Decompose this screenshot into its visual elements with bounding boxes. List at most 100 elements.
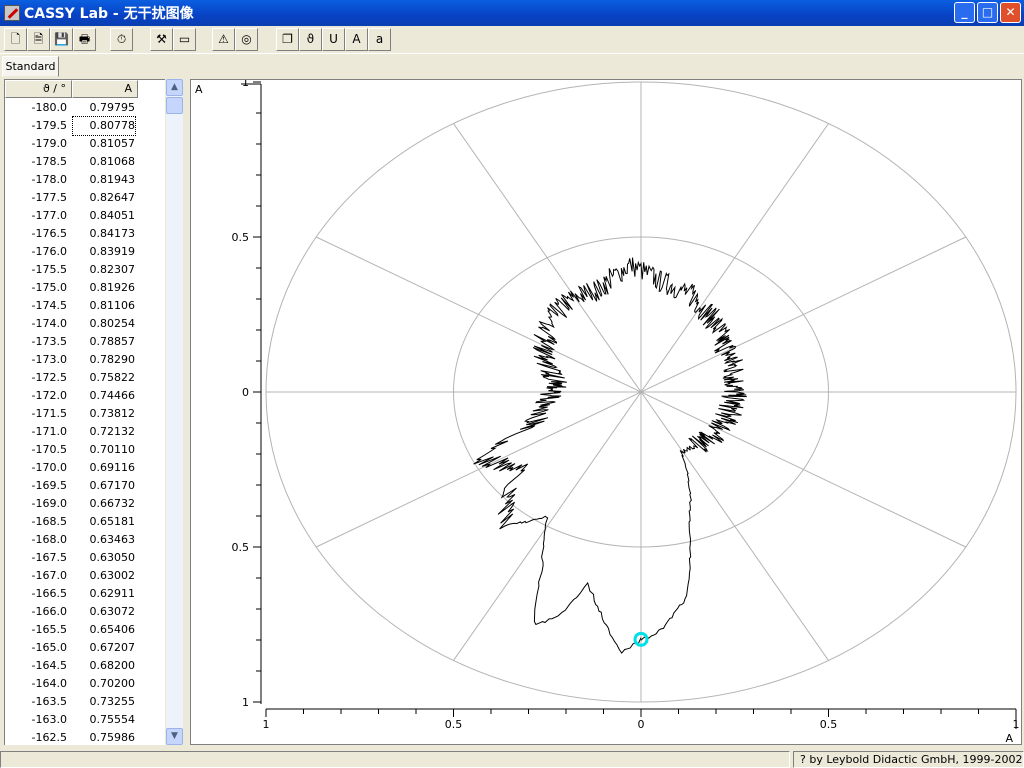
table-row[interactable]: -172.0 0.74466 [5,387,165,405]
cell-current[interactable]: 0.81068 [73,153,136,171]
cell-angle[interactable]: -174.5 [5,297,67,315]
cell-angle[interactable]: -176.0 [5,243,67,261]
cell-angle[interactable]: -164.0 [5,675,67,693]
table-row[interactable]: -178.0 0.81943 [5,171,165,189]
tab-standard[interactable]: Standard [2,56,59,77]
cell-current[interactable]: 0.75554 [73,711,136,729]
cell-current[interactable]: 0.73255 [73,693,136,711]
table-row[interactable]: -179.0 0.81057 [5,135,165,153]
table-row[interactable]: -177.5 0.82647 [5,189,165,207]
current-button[interactable]: A [345,28,368,51]
table-row[interactable]: -176.0 0.83919 [5,243,165,261]
column-header-angle[interactable]: ϑ / ° [5,80,72,98]
small-a-button[interactable]: a [368,28,391,51]
cell-angle[interactable]: -167.0 [5,567,67,585]
cell-angle[interactable]: -171.5 [5,405,67,423]
cell-current[interactable]: 0.68200 [73,657,136,675]
cell-current[interactable]: 0.62911 [73,585,136,603]
table-row[interactable]: -179.5 0.80778 [5,116,165,136]
column-header-current[interactable]: A [72,80,138,98]
table-row[interactable]: -169.5 0.67170 [5,477,165,495]
cell-current[interactable]: 0.74466 [73,387,136,405]
stopwatch-button[interactable]: ⏱ [110,28,133,51]
cell-current[interactable]: 0.70200 [73,675,136,693]
table-row[interactable]: -168.0 0.63463 [5,531,165,549]
cell-current[interactable]: 0.70110 [73,441,136,459]
table-row[interactable]: -170.5 0.70110 [5,441,165,459]
table-row[interactable]: -166.0 0.63072 [5,603,165,621]
table-row[interactable]: -170.0 0.69116 [5,459,165,477]
table-row[interactable]: -173.0 0.78290 [5,351,165,369]
table-row[interactable]: -168.5 0.65181 [5,513,165,531]
windows-button[interactable]: ❐ [276,28,299,51]
table-row[interactable]: -171.5 0.73812 [5,405,165,423]
cell-angle[interactable]: -172.0 [5,387,67,405]
cell-current[interactable]: 0.80778 [72,116,136,136]
cell-angle[interactable]: -179.5 [5,117,67,135]
table-row[interactable]: -178.5 0.81068 [5,153,165,171]
table-row[interactable]: -165.5 0.65406 [5,621,165,639]
table-row[interactable]: -180.0 0.79795 [5,99,165,117]
cell-current[interactable]: 0.81926 [73,279,136,297]
cell-current[interactable]: 0.83919 [73,243,136,261]
cell-angle[interactable]: -175.0 [5,279,67,297]
cell-angle[interactable]: -176.5 [5,225,67,243]
cell-angle[interactable]: -168.5 [5,513,67,531]
table-row[interactable]: -171.0 0.72132 [5,423,165,441]
theta-button[interactable]: ϑ [299,28,322,51]
cell-current[interactable]: 0.63050 [73,549,136,567]
table-row[interactable]: -174.5 0.81106 [5,297,165,315]
cell-current[interactable]: 0.82307 [73,261,136,279]
cassy-button[interactable]: ◎ [235,28,258,51]
cell-angle[interactable]: -172.5 [5,369,67,387]
cell-angle[interactable]: -166.0 [5,603,67,621]
cell-angle[interactable]: -178.0 [5,171,67,189]
cell-current[interactable]: 0.75822 [73,369,136,387]
cell-angle[interactable]: -169.5 [5,477,67,495]
table-row[interactable]: -173.5 0.78857 [5,333,165,351]
cell-angle[interactable]: -173.0 [5,351,67,369]
cell-current[interactable]: 0.73812 [73,405,136,423]
table-row[interactable]: -175.5 0.82307 [5,261,165,279]
table-row[interactable]: -167.0 0.63002 [5,567,165,585]
cell-current[interactable]: 0.65406 [73,621,136,639]
cell-angle[interactable]: -177.5 [5,189,67,207]
cell-angle[interactable]: -168.0 [5,531,67,549]
display-button[interactable]: ▭ [173,28,196,51]
voltage-button[interactable]: U [322,28,345,51]
close-button[interactable]: ✕ [1000,2,1021,23]
cell-current[interactable]: 0.63072 [73,603,136,621]
table-row[interactable]: -163.0 0.75554 [5,711,165,729]
cell-current[interactable]: 0.65181 [73,513,136,531]
scroll-thumb[interactable] [166,97,183,114]
cell-current[interactable]: 0.66732 [73,495,136,513]
cell-angle[interactable]: -180.0 [5,99,67,117]
cell-current[interactable]: 0.84051 [73,207,136,225]
cell-angle[interactable]: -166.5 [5,585,67,603]
table-row[interactable]: -163.5 0.73255 [5,693,165,711]
cell-current[interactable]: 0.84173 [73,225,136,243]
cell-angle[interactable]: -167.5 [5,549,67,567]
table-row[interactable]: -164.5 0.68200 [5,657,165,675]
table-row[interactable]: -167.5 0.63050 [5,549,165,567]
cell-angle[interactable]: -170.0 [5,459,67,477]
cell-current[interactable]: 0.81943 [73,171,136,189]
table-row[interactable]: -175.0 0.81926 [5,279,165,297]
cell-angle[interactable]: -179.0 [5,135,67,153]
table-row[interactable]: -166.5 0.62911 [5,585,165,603]
table-row[interactable]: -172.5 0.75822 [5,369,165,387]
table-scrollbar[interactable]: ▲ ▼ [166,79,183,745]
cell-angle[interactable]: -174.0 [5,315,67,333]
cell-angle[interactable]: -169.0 [5,495,67,513]
cell-angle[interactable]: -165.0 [5,639,67,657]
table-row[interactable]: -176.5 0.84173 [5,225,165,243]
cell-angle[interactable]: -175.5 [5,261,67,279]
cell-angle[interactable]: -163.5 [5,693,67,711]
cell-current[interactable]: 0.75986 [73,729,136,747]
cell-angle[interactable]: -171.0 [5,423,67,441]
table-row[interactable]: -174.0 0.80254 [5,315,165,333]
cell-angle[interactable]: -164.5 [5,657,67,675]
save-file-button[interactable]: 💾 [50,28,73,51]
cell-current[interactable]: 0.82647 [73,189,136,207]
cell-angle[interactable]: -165.5 [5,621,67,639]
